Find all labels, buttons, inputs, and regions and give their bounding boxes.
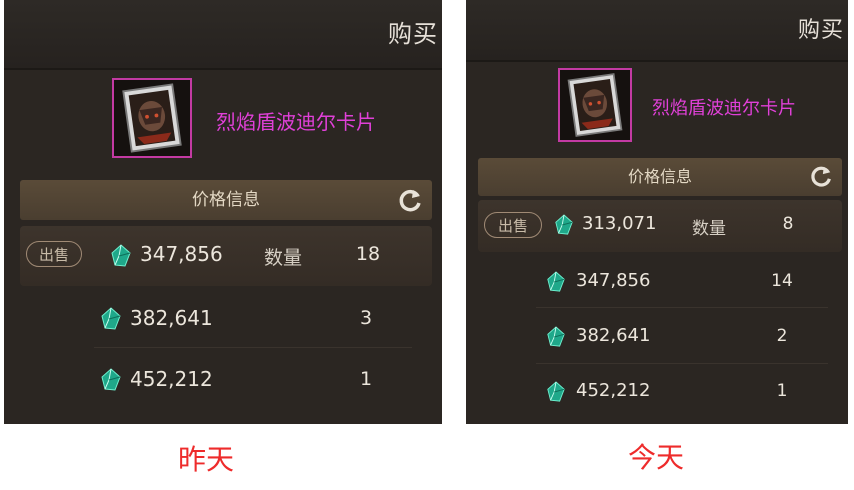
price-info-title: 价格信息 bbox=[192, 190, 260, 210]
caption-yesterday: 昨天 bbox=[178, 443, 235, 476]
listing-quantity: 8 bbox=[782, 214, 794, 234]
row-divider bbox=[536, 307, 828, 308]
listing-row[interactable]: 出售 347,856 数量 18 bbox=[20, 226, 432, 286]
market-panel-today: 购买 烈焰盾波迪尔卡片 价格信息 出售 313,071 数量 8 347,856… bbox=[466, 0, 848, 424]
refresh-icon[interactable] bbox=[396, 186, 424, 214]
top-bar: 购买 bbox=[4, 0, 442, 70]
listing-row[interactable]: 出售 313,071 数量 8 bbox=[478, 200, 842, 252]
gem-currency-icon bbox=[110, 244, 132, 268]
listing-quantity: 18 bbox=[355, 243, 381, 265]
listing-row[interactable]: 382,641 2 bbox=[466, 310, 848, 364]
sell-button[interactable]: 出售 bbox=[26, 241, 82, 267]
listing-price: 347,856 bbox=[140, 242, 223, 266]
quantity-label: 数量 bbox=[692, 219, 726, 239]
caption-today: 今天 bbox=[628, 441, 685, 474]
top-bar: 购买 bbox=[466, 0, 848, 62]
price-info-title: 价格信息 bbox=[627, 167, 692, 186]
gem-currency-icon bbox=[546, 326, 566, 348]
listing-quantity: 1 bbox=[776, 381, 788, 401]
item-card-thumbnail[interactable] bbox=[558, 68, 632, 142]
gem-currency-icon bbox=[100, 307, 122, 331]
gem-currency-icon bbox=[546, 381, 566, 403]
item-card-thumbnail[interactable] bbox=[112, 78, 192, 158]
quantity-label: 数量 bbox=[264, 247, 303, 269]
listing-price: 382,641 bbox=[130, 306, 213, 330]
row-divider bbox=[536, 363, 828, 364]
item-name: 烈焰盾波迪尔卡片 bbox=[652, 98, 796, 119]
item-card-image bbox=[114, 80, 190, 156]
sell-button[interactable]: 出售 bbox=[484, 212, 542, 238]
gem-currency-icon bbox=[546, 271, 566, 293]
listing-row[interactable]: 382,641 3 bbox=[4, 290, 442, 348]
listing-price: 347,856 bbox=[576, 270, 651, 291]
market-panel-yesterday: 购买 烈焰盾波迪尔卡片 价格信息 出售 347,856 数量 18 382,64… bbox=[4, 0, 442, 424]
listing-quantity: 1 bbox=[359, 368, 373, 390]
refresh-icon[interactable] bbox=[808, 163, 834, 189]
listing-row[interactable]: 452,212 1 bbox=[4, 350, 442, 410]
listing-price: 452,212 bbox=[130, 367, 213, 391]
listing-price: 313,071 bbox=[582, 213, 657, 234]
listing-quantity: 3 bbox=[359, 307, 373, 329]
gem-currency-icon bbox=[554, 214, 574, 236]
listing-row[interactable]: 452,212 1 bbox=[466, 366, 848, 418]
item-name: 烈焰盾波迪尔卡片 bbox=[216, 110, 376, 134]
row-divider bbox=[94, 347, 412, 348]
buy-tab[interactable]: 购买 bbox=[388, 14, 438, 49]
gem-currency-icon bbox=[100, 368, 122, 392]
listing-row[interactable]: 347,856 14 bbox=[466, 256, 848, 308]
listing-quantity: 14 bbox=[771, 271, 793, 291]
listing-quantity: 2 bbox=[776, 326, 788, 346]
price-info-header: 价格信息 bbox=[20, 180, 432, 220]
buy-tab[interactable]: 购买 bbox=[798, 12, 844, 44]
price-info-header: 价格信息 bbox=[478, 158, 842, 196]
item-card-image bbox=[560, 70, 630, 140]
listing-price: 452,212 bbox=[576, 380, 651, 401]
listing-price: 382,641 bbox=[576, 325, 651, 346]
